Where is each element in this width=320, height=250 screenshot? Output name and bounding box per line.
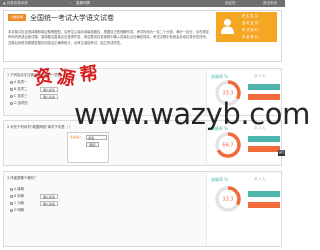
profile-score: 本 卷 得 分： (242, 35, 261, 39)
accuracy-bar (248, 202, 280, 208)
question-card: 3 作者是哪个朝代？ A 唐朝 B 宋朝 C 元朝 D 明朝 确认答案 确认答案… (3, 171, 282, 247)
accuracy-count: 共 3 人 (254, 74, 266, 78)
option-label: A 唐朝 (14, 187, 24, 191)
accuracy-value: 66.7 (222, 143, 233, 149)
candidate-profile-card: 考 生 姓 名： 准 考 证 号： 考 试 用 时： 本 卷 得 分： (216, 12, 277, 42)
exam-badge: 试卷说明 (8, 14, 26, 21)
watermark-char: 资 (31, 65, 54, 90)
accuracy-bar (248, 146, 280, 152)
question-stem: 2 补充下列诗句“故国神游”填写下句是（ ） (7, 125, 73, 129)
accuracy-bar (248, 191, 280, 197)
side-action-button[interactable]: 返回 (278, 150, 285, 156)
accuracy-value: 33.3 (222, 197, 233, 203)
radio-icon (10, 80, 13, 84)
radio-icon (10, 194, 13, 198)
radio-icon (10, 87, 13, 91)
answer-input-field[interactable]: 多情 (86, 135, 107, 140)
watermark-char: 源 (55, 66, 77, 91)
radio-icon (10, 101, 13, 105)
radio-icon (10, 208, 13, 212)
confirm-answer-button[interactable]: 确认答案 (40, 94, 58, 99)
exam-title: 全国统一考试大学语文试卷 (30, 14, 114, 22)
option-a[interactable]: A 选项一 (10, 79, 27, 85)
answer-input-box: 答案输入： 多情 确定 (67, 132, 109, 163)
option-c[interactable]: C 选项三 (10, 93, 27, 99)
confirm-button[interactable]: 确定 (86, 142, 99, 147)
profile-id: 准 考 证 号： (242, 21, 261, 25)
confirm-answer-button[interactable]: 确认答案 (40, 194, 58, 199)
accuracy-value: 33.3 (222, 91, 233, 97)
option-d[interactable]: D 选项四 (10, 100, 27, 106)
option-label: C 选项三 (14, 94, 28, 98)
top-nav-bar: ▲ 试卷答卷系统 » 答卷列表 欢迎您 退出系统 (0, 0, 285, 7)
accuracy-count: 共 3 人 (254, 177, 266, 181)
option-d[interactable]: D 明朝 (10, 207, 24, 213)
radio-icon (10, 201, 13, 205)
logout-link[interactable]: 退出系统 (263, 1, 277, 6)
profile-time: 考 试 用 时： (242, 28, 261, 32)
option-label: D 明朝 (14, 208, 25, 212)
home-link[interactable]: ▲ 试卷答卷系统 (3, 1, 28, 6)
breadcrumb-current: 答卷列表 (76, 1, 90, 5)
accuracy-bar (248, 84, 280, 90)
watermark-char: 帮 (78, 62, 100, 87)
breadcrumb-separator: » (69, 1, 72, 5)
option-b[interactable]: B 选项二 (10, 86, 27, 92)
option-label: B 选项二 (14, 87, 28, 91)
option-label: B 宋朝 (14, 194, 24, 198)
welcome-text: 欢迎您 (225, 1, 236, 5)
option-b[interactable]: B 宋朝 (10, 193, 24, 199)
option-c[interactable]: C 元朝 (10, 200, 24, 206)
profile-name: 考 生 姓 名： (242, 14, 261, 18)
radio-icon (10, 187, 13, 191)
accuracy-dial: 33.3 (215, 186, 241, 212)
accuracy-title: 准确率 % (211, 177, 229, 182)
accuracy-dial: 66.7 (215, 132, 241, 158)
accuracy-panel: 准确率 % 共 3 人 33.3 (206, 173, 281, 245)
user-avatar-icon (221, 19, 234, 34)
question-stem: 3 作者是哪个朝代？ (7, 176, 38, 180)
confirm-answer-button[interactable]: 确认答案 (40, 201, 58, 206)
watermark-url: www.wazyb.com (74, 97, 310, 131)
option-label: D 选项四 (14, 101, 28, 105)
answer-input-label: 答案输入： (70, 135, 86, 139)
radio-icon (10, 94, 13, 98)
option-label: C 元朝 (14, 201, 24, 205)
exam-description: 本试卷共包含选择题和填空题等题型，请考生认真阅读每道题目，根据自己的理解作答。考… (8, 30, 210, 45)
option-a[interactable]: A 唐朝 (10, 186, 24, 192)
accuracy-bar (248, 136, 280, 142)
option-label: A 选项一 (14, 80, 28, 84)
